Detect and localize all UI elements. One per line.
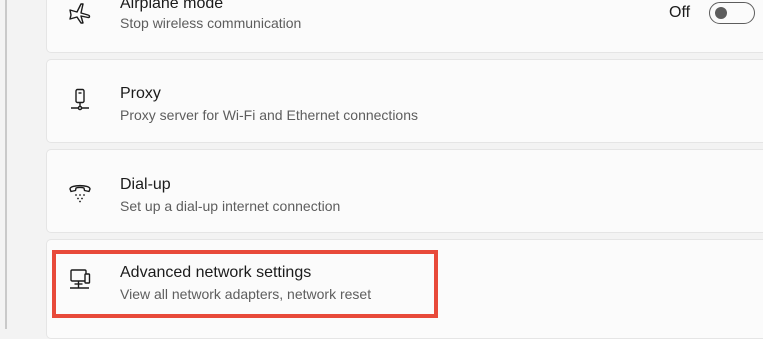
toggle-knob — [715, 7, 727, 19]
dial-up-title: Dial-up — [120, 176, 171, 193]
airplane-mode-subtitle: Stop wireless communication — [120, 15, 302, 31]
airplane-icon — [67, 0, 93, 26]
left-rail-divider — [0, 0, 7, 329]
airplane-mode-toggle[interactable] — [709, 2, 755, 24]
settings-card-dial-up[interactable]: Dial-up Set up a dial-up internet connec… — [46, 149, 763, 233]
airplane-mode-toggle-state: Off — [669, 4, 691, 21]
settings-card-proxy[interactable]: Proxy Proxy server for Wi-Fi and Etherne… — [46, 59, 763, 143]
proxy-title: Proxy — [120, 85, 161, 102]
dialup-phone-icon — [67, 178, 93, 204]
proxy-subtitle: Proxy server for Wi-Fi and Ethernet conn… — [120, 107, 419, 123]
settings-card-airplane-mode[interactable]: Airplane mode Stop wireless communicatio… — [46, 0, 763, 53]
airplane-mode-title: Airplane mode — [120, 0, 224, 12]
dial-up-subtitle: Set up a dial-up internet connection — [120, 198, 341, 214]
proxy-icon — [67, 87, 93, 113]
highlight-box — [52, 250, 438, 318]
